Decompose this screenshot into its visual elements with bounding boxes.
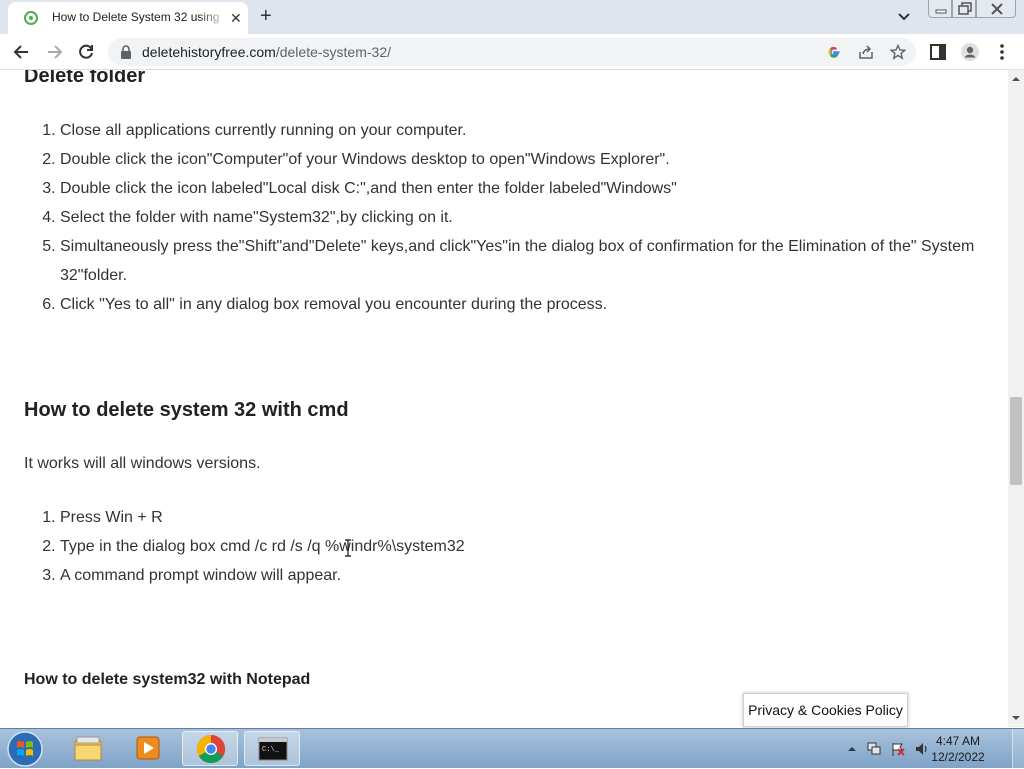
list-item: Double click the icon"Computer"of your W… [60, 145, 1008, 174]
media-player-icon [136, 736, 160, 760]
taskbar-chrome-button[interactable] [182, 731, 238, 766]
action-center-flag-icon[interactable] [890, 741, 906, 757]
page-scrollbar[interactable] [1008, 70, 1024, 727]
cmd-heading: How to delete system 32 with cmd [24, 399, 349, 421]
profile-avatar-icon[interactable] [960, 42, 980, 62]
browser-tab[interactable]: How to Delete System 32 using c ✕ [8, 2, 248, 34]
reload-icon[interactable] [76, 42, 96, 62]
delete-folder-steps: Close all applications currently running… [24, 116, 1008, 319]
list-item: Double click the icon labeled"Local disk… [60, 174, 1008, 203]
windows-explorer-icon [74, 736, 102, 761]
list-item: Simultaneously press the"Shift"and"Delet… [60, 232, 1008, 290]
tab-title: How to Delete System 32 using c [52, 10, 220, 24]
show-hidden-icons-icon[interactable] [844, 741, 860, 757]
page-viewport: Delete folder Close all applications cur… [0, 70, 1008, 727]
tab-search-chevron-icon[interactable] [896, 8, 912, 24]
list-item: Press Win + R [60, 503, 760, 532]
network-icon[interactable] [866, 741, 882, 757]
site-favicon-icon [24, 11, 38, 25]
url-domain: deletehistoryfree.com [142, 44, 276, 60]
url-text[interactable]: deletehistoryfree.com/delete-system-32/ [142, 44, 391, 60]
close-icon [991, 3, 1003, 15]
volume-icon[interactable] [914, 741, 930, 757]
taskbar-cmd-button[interactable]: C:\_ [244, 731, 300, 766]
list-item: Click "Yes to all" in any dialog box rem… [60, 290, 1008, 319]
taskbar-clock[interactable]: 4:47 AM 12/2/2022 [930, 733, 986, 765]
lock-icon[interactable] [120, 45, 132, 59]
taskbar-explorer-button[interactable] [60, 731, 116, 766]
chrome-icon [196, 734, 226, 764]
cmd-intro-text: It works will all windows versions. [24, 455, 261, 472]
clock-date: 12/2/2022 [931, 750, 985, 764]
taskbar-media-player-button[interactable] [120, 731, 176, 766]
scroll-up-icon[interactable] [1008, 72, 1024, 86]
forward-arrow-icon[interactable] [44, 42, 64, 62]
minimize-button[interactable] [928, 0, 952, 18]
list-item: Type in the dialog box cmd /c rd /s /q %… [60, 532, 760, 561]
scroll-down-icon[interactable] [1008, 711, 1024, 725]
close-window-button[interactable] [976, 0, 1016, 18]
restore-button[interactable] [952, 0, 976, 18]
bookmark-star-icon[interactable] [890, 44, 906, 60]
clock-time: 4:47 AM [935, 734, 981, 748]
share-icon[interactable] [858, 44, 874, 60]
list-item: Close all applications currently running… [60, 116, 1008, 145]
menu-kebab-icon[interactable] [992, 42, 1012, 62]
new-tab-icon[interactable]: + [260, 6, 272, 26]
svg-text:C:\_: C:\_ [262, 746, 280, 754]
cmd-steps: Press Win + R Type in the dialog box cmd… [24, 503, 760, 590]
back-arrow-icon[interactable] [12, 42, 32, 62]
windows-taskbar: C:\_ 4:47 AM 12/2/2022 [0, 728, 1024, 769]
browser-toolbar: deletehistoryfree.com/delete-system-32/ [0, 34, 1024, 70]
address-bar[interactable]: deletehistoryfree.com/delete-system-32/ [108, 38, 916, 66]
list-item: A command prompt window will appear. [60, 561, 760, 590]
privacy-cookies-policy-button[interactable]: Privacy & Cookies Policy [743, 693, 908, 727]
delete-folder-heading: Delete folder [24, 70, 146, 87]
tab-strip: How to Delete System 32 using c ✕ + [0, 0, 1024, 34]
command-prompt-icon: C:\_ [258, 737, 288, 761]
list-item: Select the folder with name"System32",by… [60, 203, 1008, 232]
url-path: /delete-system-32/ [275, 44, 392, 60]
notepad-heading: How to delete system32 with Notepad [24, 671, 311, 688]
text-cursor-icon [345, 539, 351, 557]
google-translate-icon[interactable] [826, 44, 842, 60]
side-panel-icon[interactable] [928, 42, 948, 62]
scrollbar-thumb[interactable] [1010, 397, 1022, 485]
restore-icon [958, 2, 972, 15]
minimize-icon [935, 9, 947, 14]
show-desktop-button[interactable] [1012, 729, 1024, 769]
windows-start-icon[interactable] [6, 730, 44, 768]
tab-close-icon[interactable]: ✕ [230, 10, 242, 26]
